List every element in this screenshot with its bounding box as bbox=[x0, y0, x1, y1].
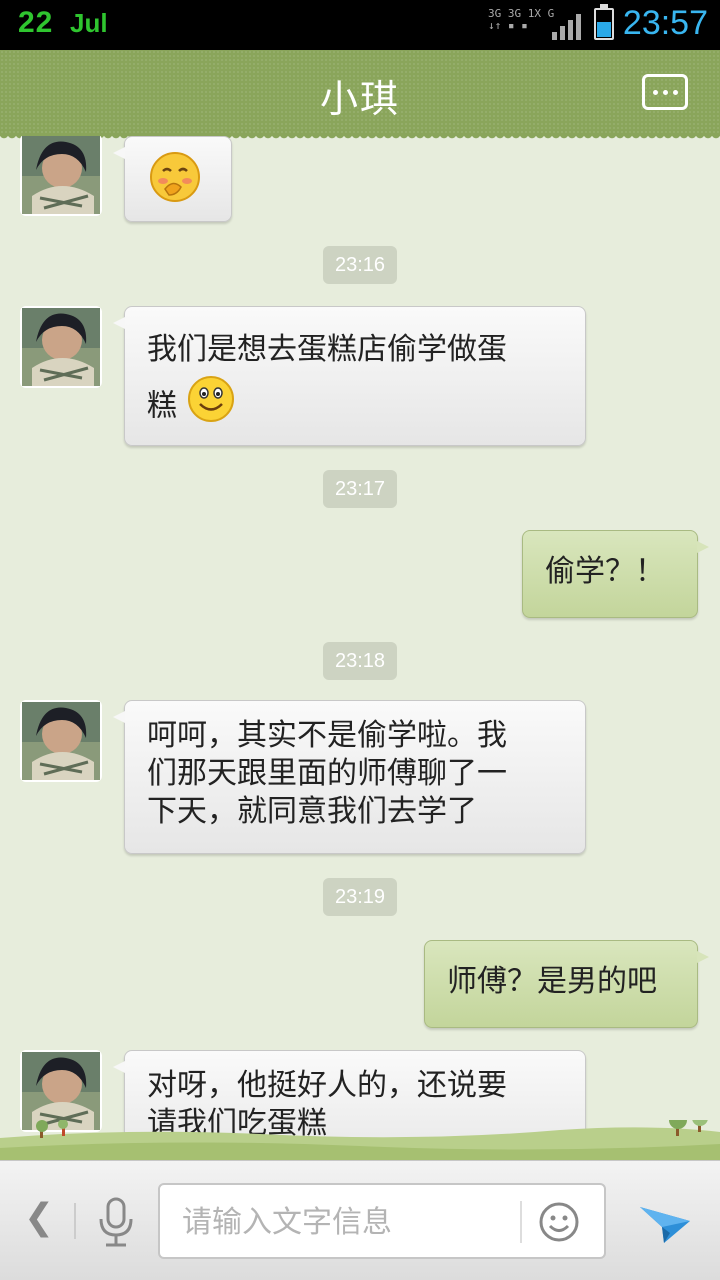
message-sent[interactable]: 师傅？是男的吧 bbox=[424, 940, 709, 1028]
smiley-icon[interactable] bbox=[538, 1201, 580, 1243]
message-text: 师傅？是男的吧 bbox=[447, 964, 657, 999]
message-text-line: 呵呵，其实不是偷学啦。我 bbox=[147, 718, 507, 753]
battery-icon bbox=[594, 4, 614, 40]
input-bar: ❮ bbox=[0, 1160, 720, 1280]
message-text-line: 糕 bbox=[147, 388, 177, 424]
divider bbox=[74, 1203, 76, 1239]
message-received[interactable]: 我们是想去蛋糕店偷学做蛋 糕 bbox=[113, 306, 586, 446]
status-bar: 22 Jul 3G 3G 1X G ↓↑ ▪ ▪ 23:57 bbox=[0, 0, 720, 50]
network-indicators: 3G 3G 1X G ↓↑ ▪ ▪ bbox=[488, 7, 555, 32]
grass-scenery bbox=[0, 1120, 720, 1160]
timestamp: 23:16 bbox=[323, 246, 397, 284]
chevron-left-icon[interactable]: ❮ bbox=[24, 1197, 54, 1238]
divider bbox=[520, 1201, 522, 1243]
network-3g-1x: 3G 1X bbox=[507, 7, 541, 20]
paper-plane-icon[interactable] bbox=[636, 1191, 694, 1249]
avatar[interactable] bbox=[20, 700, 102, 782]
chat-header: 小琪 bbox=[0, 50, 720, 142]
contact-name: 小琪 bbox=[319, 77, 400, 121]
message-text-line: 我们是想去蛋糕店偷学做蛋 bbox=[147, 332, 507, 367]
timestamp: 23:17 bbox=[323, 470, 397, 508]
message-text-line: 下天，就同意我们去学了 bbox=[147, 794, 477, 829]
network-3g: 3G bbox=[488, 7, 502, 20]
chat-history[interactable]: 23:16 我们是想去蛋糕店偷学做蛋 糕 23:17 偷学？！ 23:18 呵呵… bbox=[0, 136, 720, 1160]
battery-level bbox=[597, 21, 611, 37]
message-received[interactable]: 呵呵，其实不是偷学啦。我 们那天跟里面的师傅聊了一 下天，就同意我们去学了 bbox=[113, 700, 586, 854]
message-text-line: 对呀，他挺好人的，还说要 bbox=[147, 1068, 507, 1103]
message-text: 偷学？！ bbox=[545, 554, 665, 589]
timestamp: 23:19 bbox=[323, 878, 397, 916]
status-time: 23:57 bbox=[622, 4, 708, 42]
avatar[interactable] bbox=[20, 136, 102, 216]
status-date: 22 bbox=[18, 6, 54, 39]
message-input-box[interactable] bbox=[158, 1183, 606, 1259]
more-dots-icon[interactable] bbox=[642, 74, 688, 110]
message-input[interactable] bbox=[182, 1199, 512, 1245]
message-received[interactable] bbox=[113, 136, 232, 222]
smile-emoji-icon bbox=[187, 375, 235, 439]
avatar[interactable] bbox=[20, 306, 102, 388]
signal-bars-icon bbox=[552, 14, 584, 40]
status-month: Jul bbox=[70, 8, 108, 38]
message-text-line: 们那天跟里面的师傅聊了一 bbox=[147, 756, 507, 791]
message-sent[interactable]: 偷学？！ bbox=[522, 530, 709, 618]
microphone-icon[interactable] bbox=[96, 1197, 136, 1249]
shy-smile-emoji-icon bbox=[147, 149, 203, 215]
timestamp: 23:18 bbox=[323, 642, 397, 680]
